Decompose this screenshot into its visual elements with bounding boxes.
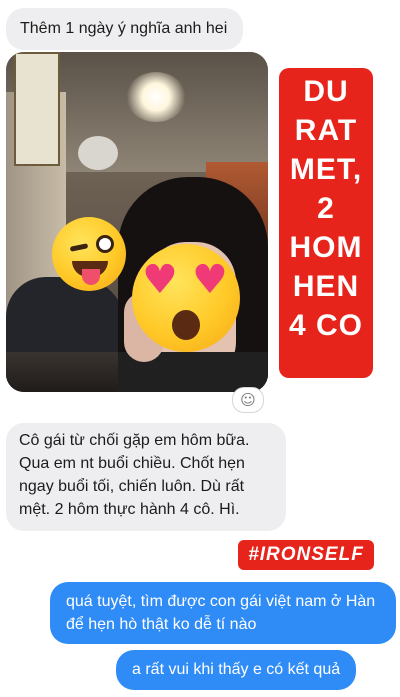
incoming-message-bubble[interactable]: Thêm 1 ngày ý nghĩa anh hei bbox=[6, 8, 244, 50]
incoming-message-bubble[interactable]: Cô gái từ chối gặp em hôm bữa. Qua em nt… bbox=[6, 423, 286, 531]
photo-ceiling-light bbox=[126, 72, 186, 122]
overlay-line: RAT bbox=[294, 114, 358, 147]
overlay-line: DU bbox=[303, 75, 349, 108]
overlay-line: HOM bbox=[289, 231, 363, 264]
hashtag-label: #IRONSELF bbox=[238, 540, 374, 570]
add-reaction-icon[interactable]: ☺ bbox=[232, 387, 264, 413]
message-text: Cô gái từ chối gặp em hôm bữa. Qua em nt… bbox=[19, 432, 250, 518]
photo-wall-fan bbox=[78, 136, 118, 170]
winking-tongue-emoji-icon bbox=[52, 217, 126, 291]
overlay-line: 4 CO bbox=[288, 309, 364, 342]
message-text: quá tuyệt, tìm được con gái việt nam ở H… bbox=[66, 593, 376, 633]
outgoing-message-bubble[interactable]: a rất vui khi thấy e có kết quả bbox=[116, 650, 357, 690]
overlay-line: 2 bbox=[317, 192, 335, 225]
shared-photo[interactable]: ♥ ♥ bbox=[6, 52, 268, 392]
caption-overlay: DU RAT MET, 2 HOM HEN 4 CO bbox=[279, 68, 373, 378]
overlay-line: MET, bbox=[289, 153, 363, 186]
photo-wall-poster bbox=[14, 52, 60, 166]
message-text: Thêm 1 ngày ý nghĩa anh hei bbox=[20, 20, 228, 37]
overlay-line: HEN bbox=[292, 270, 360, 303]
message-text: a rất vui khi thấy e có kết quả bbox=[132, 661, 341, 678]
outgoing-message-bubble[interactable]: quá tuyệt, tìm được con gái việt nam ở H… bbox=[50, 582, 396, 644]
heart-eyes-emoji-icon: ♥ ♥ bbox=[132, 244, 240, 352]
